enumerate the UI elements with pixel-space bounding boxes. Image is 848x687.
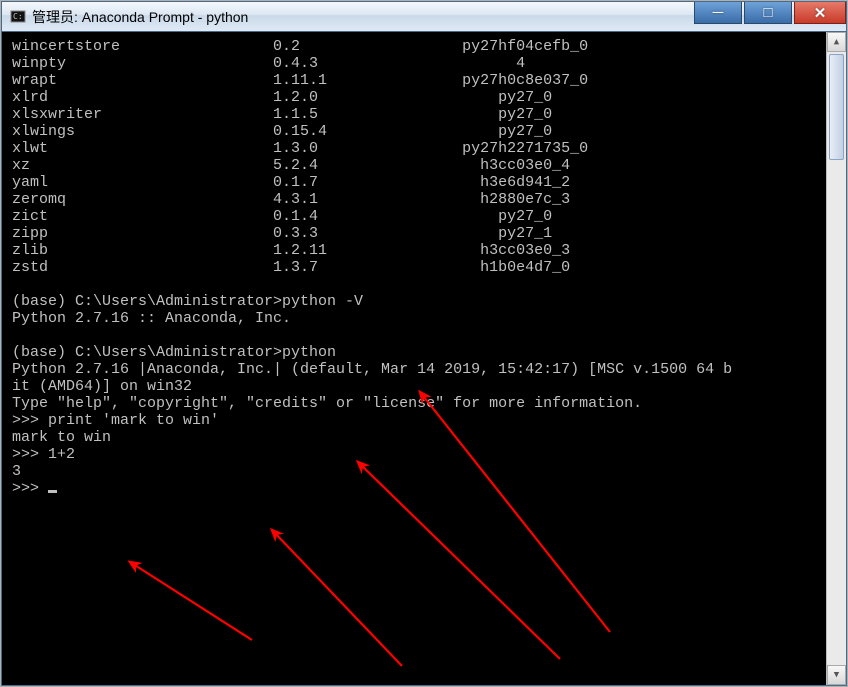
close-button[interactable]: ✕: [794, 2, 846, 24]
maximize-button[interactable]: □: [744, 2, 792, 24]
scrollbar[interactable]: ▲ ▼: [826, 32, 846, 685]
cursor: [48, 490, 57, 493]
terminal-output[interactable]: wincertstore 0.2 py27hf04cefb_0 winpty 0…: [2, 32, 826, 685]
console-icon: C:: [10, 9, 26, 25]
window-controls: ─ □ ✕: [694, 2, 846, 24]
scroll-up-button[interactable]: ▲: [827, 32, 846, 52]
scroll-down-button[interactable]: ▼: [827, 665, 846, 685]
scroll-thumb[interactable]: [829, 54, 844, 160]
window-title: 管理员: Anaconda Prompt - python: [32, 7, 248, 27]
terminal-area: wincertstore 0.2 py27hf04cefb_0 winpty 0…: [2, 32, 846, 685]
titlebar[interactable]: C: 管理员: Anaconda Prompt - python ─ □ ✕: [2, 2, 846, 32]
minimize-button[interactable]: ─: [694, 2, 742, 24]
svg-text:C:: C:: [13, 12, 23, 21]
console-window: C: 管理员: Anaconda Prompt - python ─ □ ✕ w…: [1, 1, 847, 686]
